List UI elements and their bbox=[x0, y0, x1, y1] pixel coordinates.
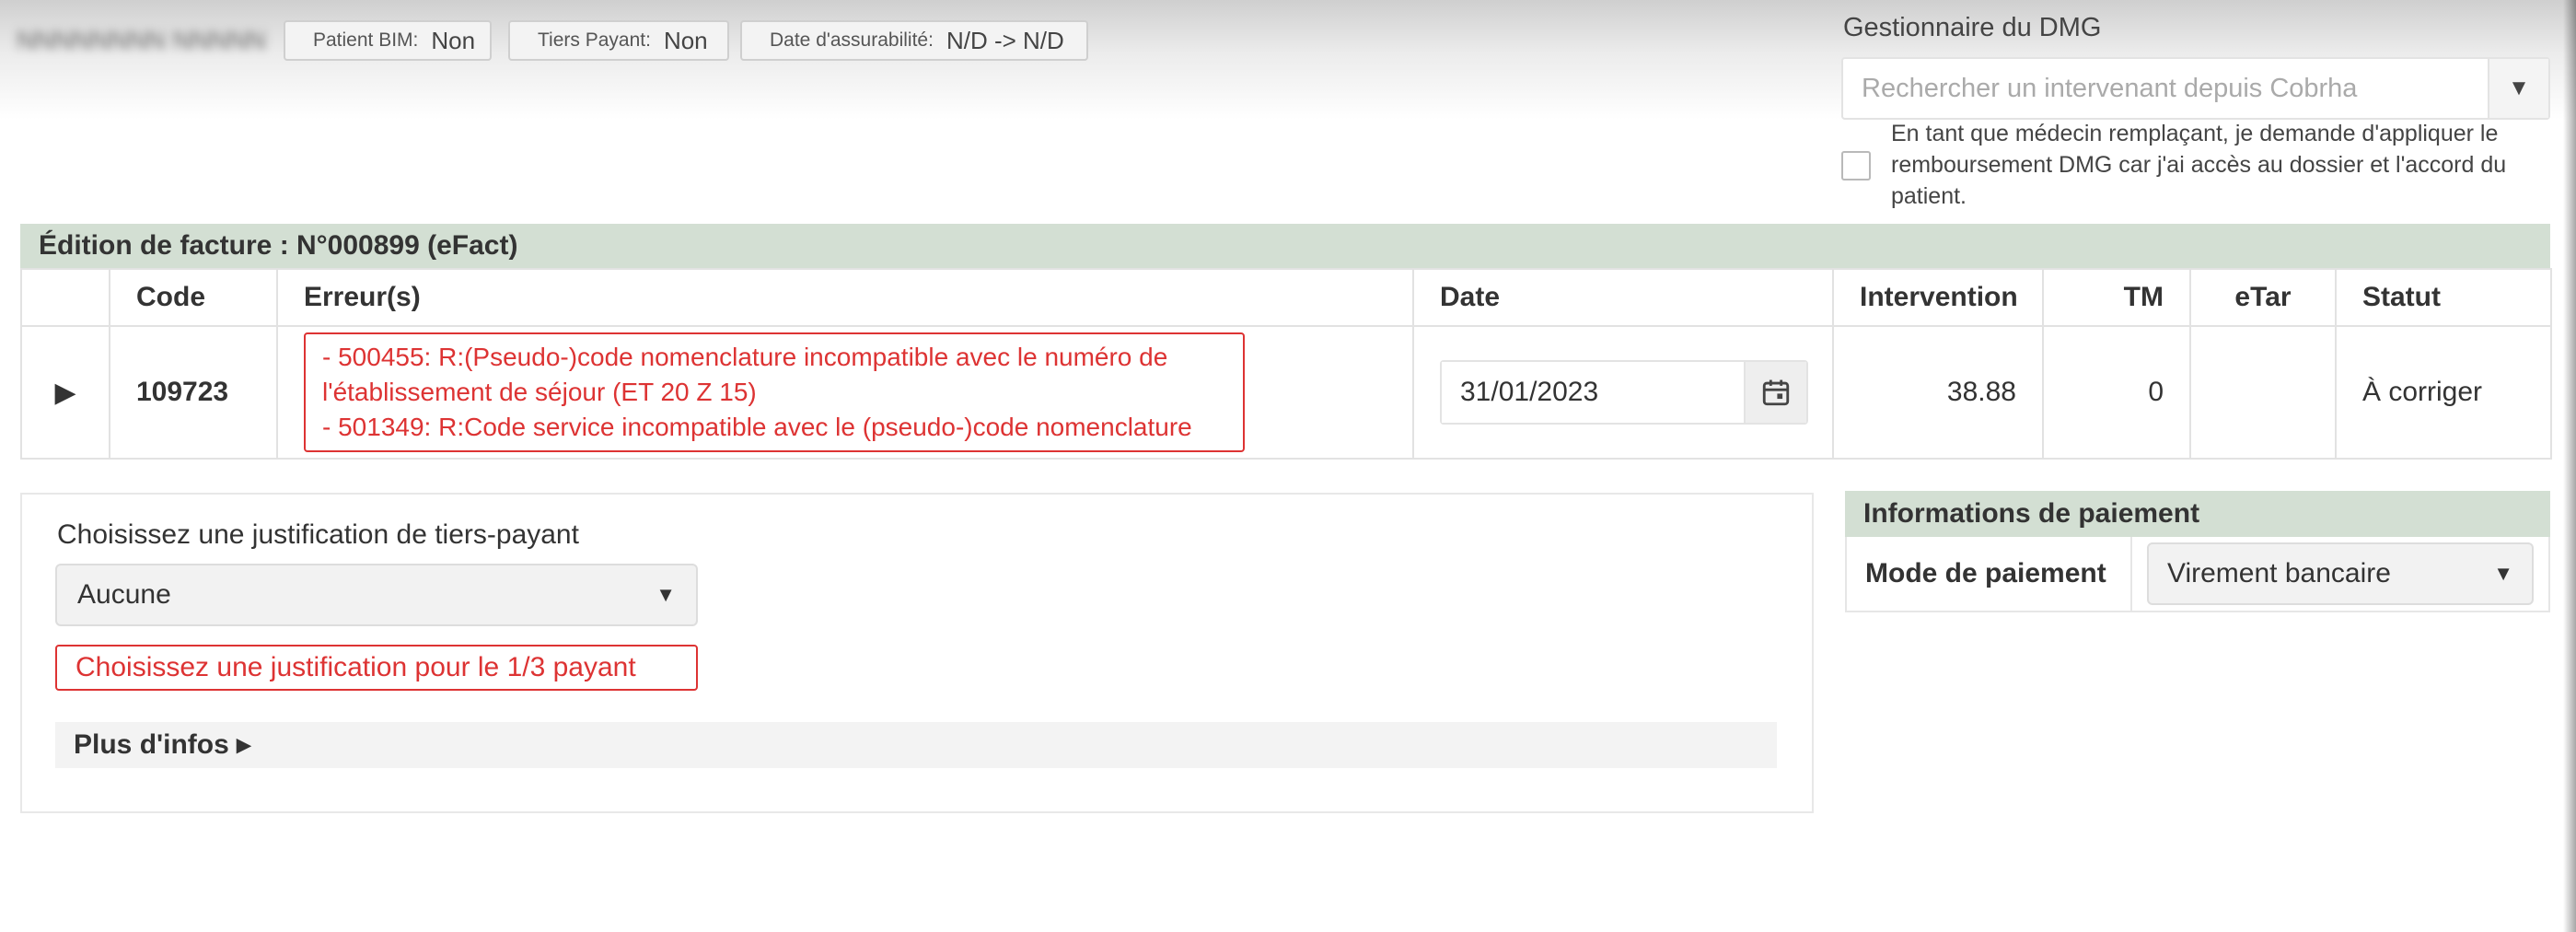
justification-selected-value: Aucune bbox=[77, 579, 171, 610]
more-info-toggle[interactable]: Plus d'infos ▸ bbox=[55, 722, 1777, 768]
column-header-tm: TM bbox=[2042, 268, 2191, 327]
caret-down-icon: ▼ bbox=[2508, 76, 2530, 100]
column-header-errors: Erreur(s) bbox=[276, 268, 1414, 327]
table-header-row: Code Erreur(s) Date Intervention TM eTar… bbox=[20, 268, 2552, 327]
payment-mode-value: Virement bancaire bbox=[2167, 558, 2391, 588]
caret-right-icon: ▶ bbox=[54, 377, 76, 408]
patient-bim-value: Non bbox=[431, 26, 476, 54]
invoice-table: Code Erreur(s) Date Intervention TM eTar… bbox=[20, 268, 2552, 460]
error-line: - 500455: R:(Pseudo-)code nomenclature i… bbox=[322, 343, 1168, 371]
row-intervention: 38.88 bbox=[1832, 325, 2044, 460]
dmg-title: Gestionnaire du DMG bbox=[1843, 13, 2102, 42]
caret-down-icon: ▼ bbox=[656, 583, 676, 606]
dmg-search-input[interactable] bbox=[1843, 59, 2488, 118]
calendar-icon bbox=[1762, 379, 1790, 406]
dmg-search-combo: ▼ bbox=[1841, 57, 2550, 120]
assurabilite-label: Date d'assurabilité: bbox=[770, 29, 934, 51]
payment-mode-cell: Virement bancaire ▼ bbox=[2132, 537, 2548, 611]
column-header-expander bbox=[20, 268, 110, 327]
payment-mode-select[interactable]: Virement bancaire ▼ bbox=[2147, 542, 2534, 605]
calendar-button[interactable] bbox=[1744, 362, 1806, 423]
justification-warning: Choisissez une justification pour le 1/3… bbox=[55, 645, 698, 691]
date-picker bbox=[1440, 360, 1808, 425]
row-date-cell bbox=[1412, 325, 1834, 460]
error-list: - 500455: R:(Pseudo-)code nomenclature i… bbox=[304, 332, 1245, 452]
tiers-payant-pill: Tiers Payant: Non bbox=[508, 20, 729, 61]
row-code: 109723 bbox=[109, 325, 278, 460]
patient-bim-label: Patient BIM: bbox=[313, 29, 419, 51]
dmg-replacement-checkbox[interactable] bbox=[1841, 151, 1871, 181]
payment-header: Informations de paiement bbox=[1845, 491, 2550, 537]
patient-name: NNNNNNNN NNNNN bbox=[17, 26, 266, 54]
row-tm: 0 bbox=[2042, 325, 2191, 460]
column-header-etar: eTar bbox=[2189, 268, 2337, 327]
payment-mode-row: Mode de paiement Virement bancaire ▼ bbox=[1845, 537, 2550, 612]
column-header-statut: Statut bbox=[2335, 268, 2552, 327]
invoice-header: Édition de facture : N°000899 (eFact) bbox=[20, 224, 2550, 268]
column-header-intervention: Intervention bbox=[1832, 268, 2044, 327]
row-etar bbox=[2189, 325, 2337, 460]
date-input[interactable] bbox=[1442, 362, 1744, 423]
column-header-date: Date bbox=[1412, 268, 1834, 327]
column-header-code: Code bbox=[109, 268, 278, 327]
tiers-payant-value: Non bbox=[663, 26, 708, 54]
dmg-dropdown-button[interactable]: ▼ bbox=[2488, 59, 2548, 118]
assurabilite-value: N/D -> N/D bbox=[946, 26, 1064, 54]
row-statut: À corriger bbox=[2335, 325, 2552, 460]
error-line: l'établissement de séjour (ET 20 Z 15) bbox=[322, 378, 757, 406]
justification-select[interactable]: Aucune ▼ bbox=[55, 564, 698, 626]
dmg-replacement-text: En tant que médecin remplaçant, je deman… bbox=[1891, 121, 2507, 209]
assurabilite-pill: Date d'assurabilité: N/D -> N/D bbox=[740, 20, 1088, 61]
justification-label: Choisissez une justification de tiers-pa… bbox=[57, 519, 579, 550]
row-errors-cell: - 500455: R:(Pseudo-)code nomenclature i… bbox=[276, 325, 1414, 460]
payment-mode-label: Mode de paiement bbox=[1847, 537, 2132, 611]
window-edge bbox=[2563, 0, 2576, 932]
caret-down-icon: ▼ bbox=[2493, 562, 2513, 585]
patient-bim-pill: Patient BIM: Non bbox=[284, 20, 492, 61]
tiers-payant-label: Tiers Payant: bbox=[538, 29, 651, 51]
error-line: - 501349: R:Code service incompatible av… bbox=[322, 413, 1192, 441]
row-expander[interactable]: ▶ bbox=[20, 325, 110, 460]
table-row: ▶ 109723 - 500455: R:(Pseudo-)code nomen… bbox=[20, 325, 2552, 460]
